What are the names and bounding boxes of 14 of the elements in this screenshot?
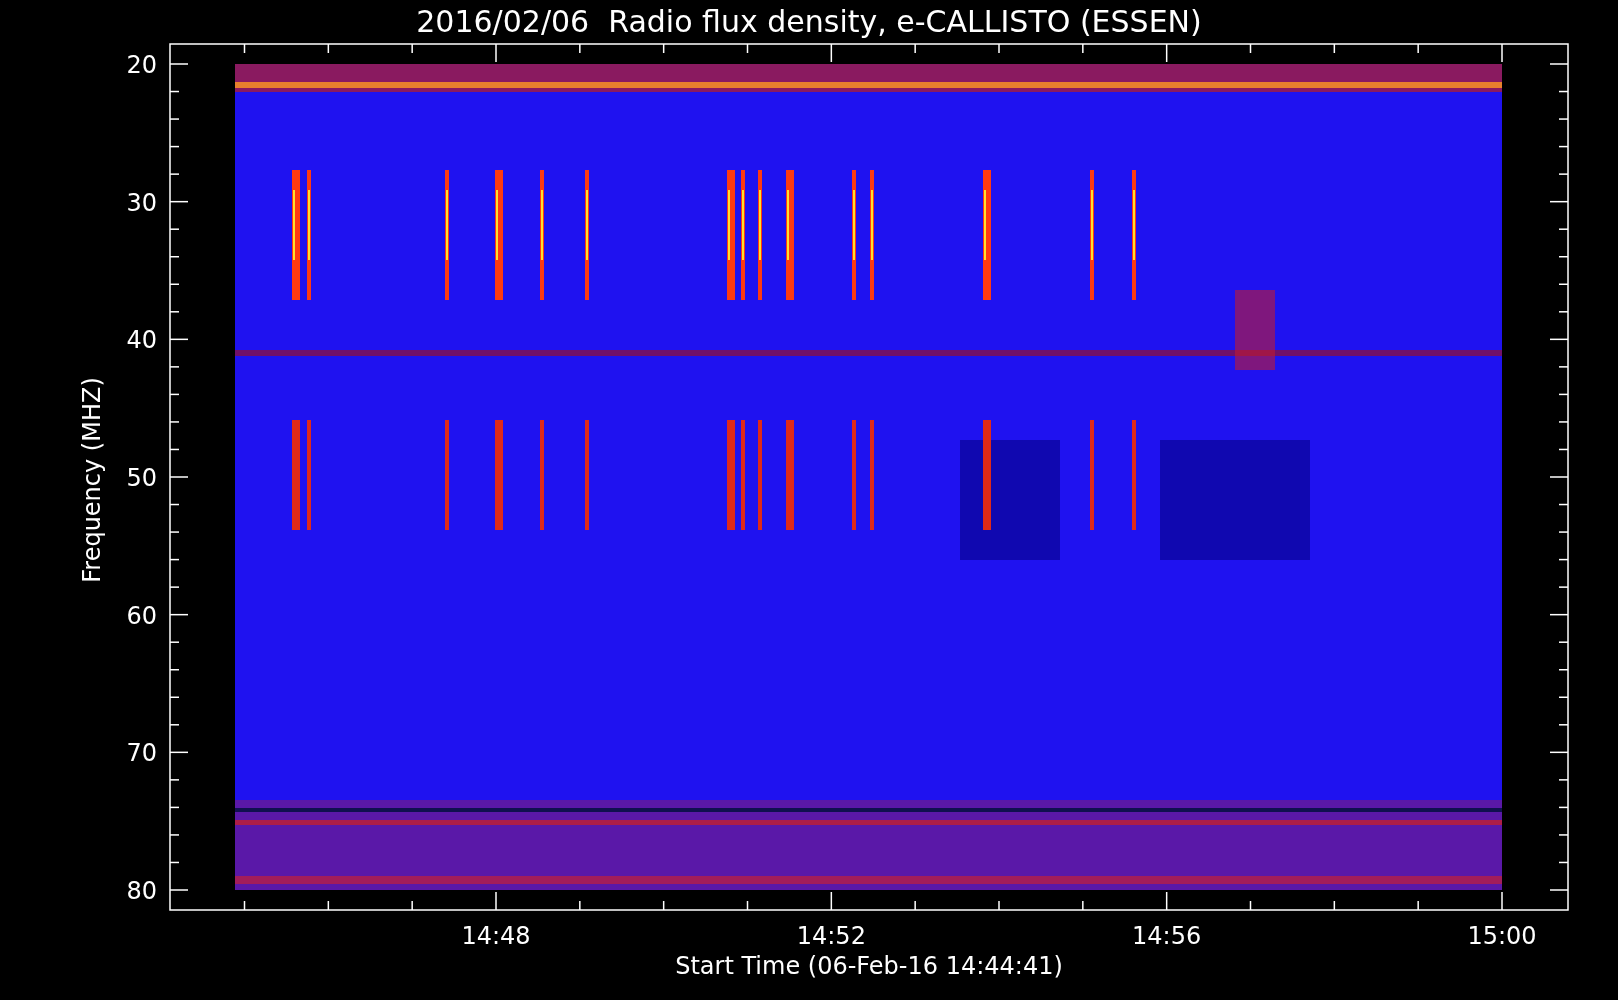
x-tick-label: 14:48 [461,922,531,950]
y-tick-label: 30 [126,188,157,217]
y-tick-label: 40 [126,326,157,355]
x-tick-label: 14:52 [796,922,866,950]
y-tick-label: 50 [126,464,157,492]
y-axis-label: Frequency (MHZ) [78,377,106,583]
x-axis-label: Start Time (06-Feb-16 14:44:41) [675,952,1063,980]
x-tick-label: 15:00 [1467,922,1537,950]
y-tick-label: 20 [126,51,157,79]
y-tick-label: 60 [126,601,157,630]
y-tick-label: 80 [126,877,157,905]
y-tick-label: 70 [126,739,157,768]
x-tick-label: 14:56 [1132,922,1202,950]
plot-title: 2016/02/06 Radio flux density, e-CALLISTO (ESSEN) [416,4,1202,39]
